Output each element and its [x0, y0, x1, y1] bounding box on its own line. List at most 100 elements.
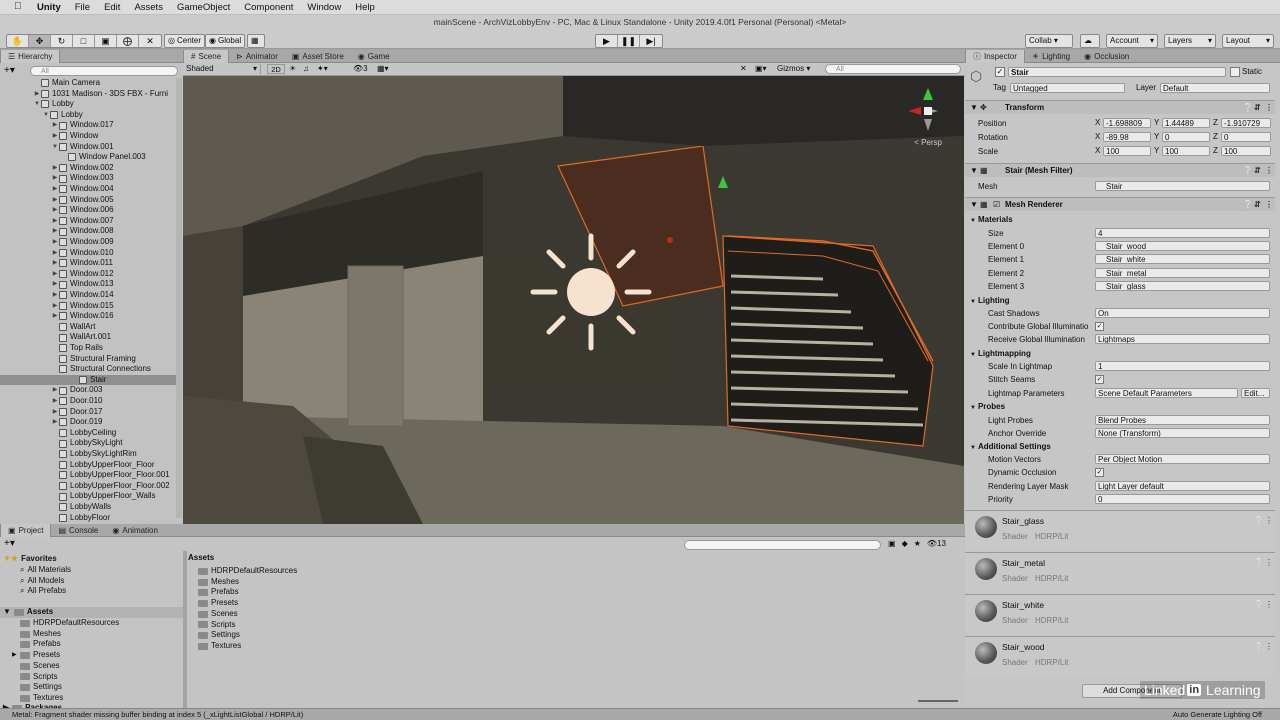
- asset-tree-item[interactable]: Meshes: [12, 629, 61, 640]
- lightmapping-foldout[interactable]: ▼ Lightmapping: [970, 347, 1031, 360]
- enabled-checkbox[interactable]: ☑: [993, 198, 1000, 211]
- hierarchy-row[interactable]: LobbySkyLightRim: [51, 449, 137, 460]
- breadcrumb[interactable]: Assets: [188, 553, 214, 562]
- hierarchy-scrollbar[interactable]: [176, 78, 182, 518]
- more-icon[interactable]: ⋮: [1265, 164, 1273, 177]
- help-icon[interactable]: ❔: [1254, 558, 1264, 567]
- hierarchy-row[interactable]: LobbyWalls: [51, 502, 111, 513]
- hierarchy-row[interactable]: LobbyUpperFloor_Floor.001: [51, 470, 170, 481]
- favorite-star-icon[interactable]: ★: [914, 539, 921, 548]
- rect-tool-icon[interactable]: ▣: [95, 35, 117, 47]
- favorite-item[interactable]: ⌕ All Prefabs: [20, 586, 66, 597]
- hierarchy-row[interactable]: ▶ Window.017: [51, 120, 114, 131]
- help-icon[interactable]: ❔: [1243, 164, 1253, 177]
- hierarchy-row[interactable]: ▼ Window.001: [51, 142, 114, 153]
- expand-arrow-icon[interactable]: ▶: [51, 248, 59, 259]
- hierarchy-row[interactable]: Structural Connections: [51, 364, 151, 375]
- asset-folder-item[interactable]: Textures: [198, 641, 241, 652]
- probes-foldout[interactable]: ▼ Probes: [970, 400, 1005, 413]
- dynamic-occlusion-checkbox[interactable]: ✓: [1095, 468, 1104, 477]
- project-splitter[interactable]: [183, 551, 187, 708]
- snap-button[interactable]: ▦: [247, 34, 265, 48]
- expand-arrow-icon[interactable]: ▶: [51, 226, 59, 237]
- expand-arrow-icon[interactable]: ▶: [33, 89, 41, 100]
- hierarchy-row[interactable]: ▶ Window.003: [51, 173, 114, 184]
- custom-tool-icon[interactable]: ✕: [139, 35, 161, 47]
- pivot-center-button[interactable]: ◎ Center: [164, 34, 205, 48]
- favorite-item[interactable]: ⌕ All Models: [20, 576, 64, 587]
- hierarchy-row[interactable]: ▶ Window: [51, 131, 98, 142]
- hierarchy-row[interactable]: ▶ Window.002: [51, 163, 114, 174]
- cloud-button[interactable]: ☁: [1080, 34, 1100, 48]
- asset-tree-item[interactable]: Textures: [12, 693, 63, 704]
- help-icon[interactable]: ❔: [1243, 101, 1253, 114]
- position-z-field[interactable]: -1.910729: [1221, 118, 1271, 128]
- hierarchy-row[interactable]: ▶ Window.016: [51, 311, 114, 322]
- project-search-input[interactable]: [684, 540, 881, 550]
- filter-type-icon[interactable]: ▣: [888, 539, 896, 548]
- edit-button[interactable]: Edit...: [1241, 388, 1270, 398]
- expand-arrow-icon[interactable]: ▶: [51, 269, 59, 280]
- rotate-tool-icon[interactable]: ↻: [51, 35, 73, 47]
- mesh-field[interactable]: Stair: [1095, 181, 1270, 191]
- expand-arrow-icon[interactable]: ▶: [51, 385, 59, 396]
- hidden-objects-toggle[interactable]: 👁3: [353, 64, 368, 73]
- hierarchy-row[interactable]: ▶ Window.004: [51, 184, 114, 195]
- more-icon[interactable]: ⋮: [1265, 642, 1273, 651]
- expand-arrow-icon[interactable]: ▶: [51, 279, 59, 290]
- expand-arrow-icon[interactable]: ▶: [51, 120, 59, 131]
- receive-gi-dropdown[interactable]: Lightmaps: [1095, 334, 1270, 344]
- more-icon[interactable]: ⋮: [1265, 600, 1273, 609]
- hierarchy-row[interactable]: ▶ Window.015: [51, 301, 114, 312]
- preset-icon[interactable]: ⇵: [1254, 101, 1261, 114]
- hierarchy-row[interactable]: ▶ Door.010: [51, 396, 102, 407]
- favorite-item[interactable]: ⌕ All Materials: [20, 565, 71, 576]
- more-icon[interactable]: ⋮: [1265, 101, 1273, 114]
- expand-arrow-icon[interactable]: ▼: [42, 110, 50, 121]
- tab-console[interactable]: ▤ Console: [51, 524, 105, 537]
- rotation-z-field[interactable]: 0: [1221, 132, 1271, 142]
- favorites-header[interactable]: ▼★ Favorites: [3, 554, 57, 565]
- asset-folder-item[interactable]: Scripts: [198, 620, 235, 631]
- position-x-field[interactable]: -1.698809: [1103, 118, 1151, 128]
- hierarchy-row[interactable]: LobbyUpperFloor_Floor.002: [51, 481, 170, 492]
- material-slot-field[interactable]: Stair_white: [1095, 254, 1270, 265]
- step-icon[interactable]: ▶|: [640, 35, 662, 47]
- asset-tree-item[interactable]: Scripts: [12, 672, 57, 683]
- scale-z-field[interactable]: 100: [1221, 146, 1271, 156]
- transform-header[interactable]: ▼ ✥ Transform ❔ ⇵ ⋮: [965, 100, 1275, 114]
- tab-asset-store[interactable]: ▣ Asset Store: [285, 50, 351, 63]
- zoom-slider[interactable]: [918, 700, 958, 702]
- anchor-override-field[interactable]: None (Transform): [1095, 428, 1270, 438]
- hierarchy-row[interactable]: Top Rails: [51, 343, 103, 354]
- expand-arrow-icon[interactable]: ▶: [51, 407, 59, 418]
- collab-button[interactable]: Collab ▾: [1025, 34, 1073, 48]
- preset-icon[interactable]: ⇵: [1254, 164, 1261, 177]
- contribute-gi-checkbox[interactable]: ✓: [1095, 322, 1104, 331]
- hierarchy-row[interactable]: ▶ Window.007: [51, 216, 114, 227]
- account-dropdown[interactable]: Account ▾: [1106, 34, 1158, 48]
- hidden-packages-count[interactable]: 👁13: [927, 539, 946, 548]
- asset-folder-item[interactable]: Scenes: [198, 609, 238, 620]
- material-slot-field[interactable]: Stair_wood: [1095, 241, 1270, 251]
- expand-arrow-icon[interactable]: ▶: [51, 311, 59, 322]
- expand-arrow-icon[interactable]: ▶: [51, 417, 59, 428]
- menu-help[interactable]: Help: [355, 2, 375, 13]
- create-icon[interactable]: +▾: [4, 538, 15, 549]
- move-tool-icon[interactable]: ✥: [29, 35, 51, 47]
- expand-arrow-icon[interactable]: ▶: [51, 396, 59, 407]
- asset-folder-item[interactable]: Prefabs: [198, 587, 239, 598]
- expand-arrow-icon[interactable]: ▶: [51, 184, 59, 195]
- material-slot-field[interactable]: Stair_glass: [1095, 281, 1270, 292]
- pause-icon[interactable]: ❚❚: [618, 35, 640, 47]
- shading-mode-dropdown[interactable]: Shaded ▾: [186, 64, 261, 74]
- hierarchy-row[interactable]: ▶ Window.006: [51, 205, 114, 216]
- tab-game[interactable]: ◉ Game: [351, 50, 397, 63]
- hierarchy-row[interactable]: ▶ Window.010: [51, 248, 114, 259]
- preset-icon[interactable]: ⇵: [1254, 198, 1261, 211]
- tab-project[interactable]: ▣ Project: [0, 524, 52, 537]
- help-icon[interactable]: ❔: [1243, 198, 1253, 211]
- hierarchy-row[interactable]: ▶ Window.011: [51, 258, 113, 269]
- scene-search-input[interactable]: All: [825, 64, 961, 74]
- additional-settings-foldout[interactable]: ▼ Additional Settings: [970, 440, 1051, 453]
